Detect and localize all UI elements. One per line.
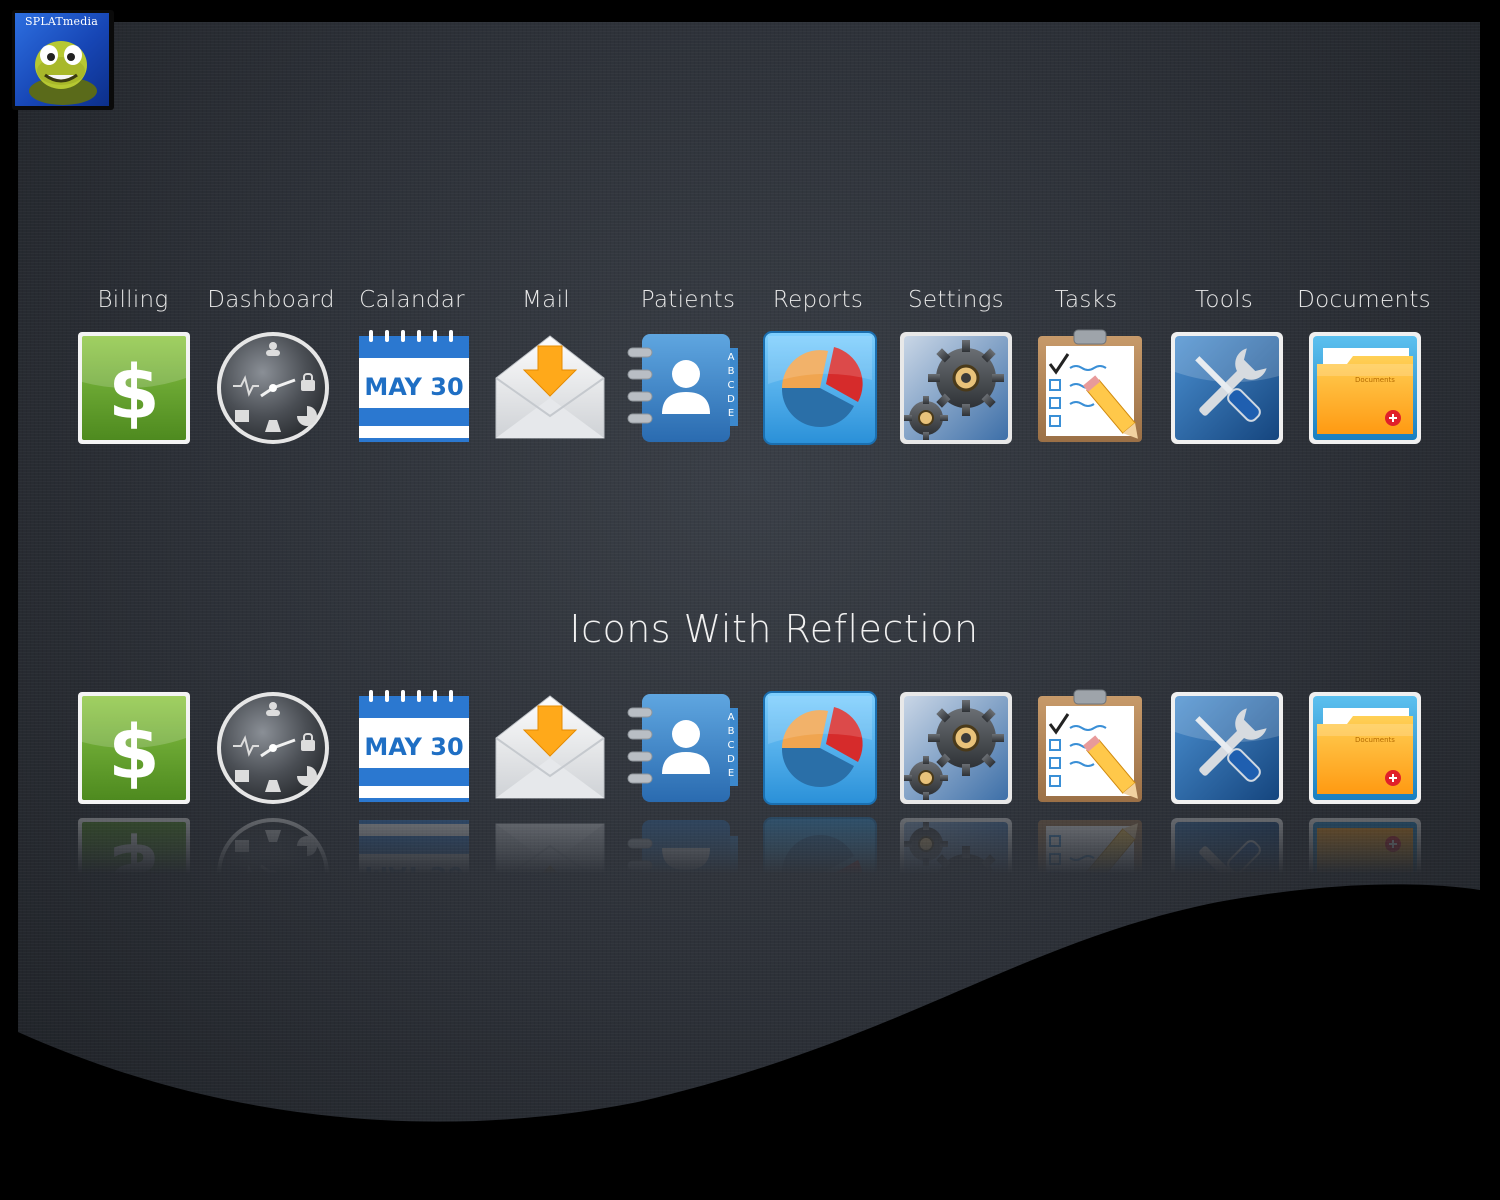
gears-icon-reflection xyxy=(894,812,1018,936)
pie-chart-icon[interactable] xyxy=(758,686,882,810)
tab-b: B xyxy=(728,726,735,737)
calendar-icon[interactable]: MAY 30 xyxy=(351,686,475,810)
calendar-date: MAY 30 xyxy=(364,733,463,761)
address-book-icon[interactable]: A B C D E xyxy=(624,326,748,450)
tab-c: C xyxy=(728,380,735,391)
section-title: Icons With Reflection xyxy=(569,607,979,651)
address-book-icon[interactable]: A B C D E xyxy=(624,686,748,810)
clock-dashboard-icon-reflection xyxy=(211,812,335,936)
label-patients: Patients xyxy=(640,287,736,313)
tab-a: A xyxy=(728,352,735,363)
folder-icon-reflection xyxy=(1303,812,1427,936)
wave-decoration xyxy=(18,884,1480,1172)
turtle-mascot-icon xyxy=(29,41,97,105)
tools-icon-reflection xyxy=(1165,812,1289,936)
label-dashboard: Dashboard xyxy=(207,287,335,313)
label-billing: Billing xyxy=(97,287,169,313)
folder-label: Documents xyxy=(1355,376,1395,384)
tab-d: D xyxy=(727,754,735,765)
calendar-icon-reflection: MAY 30 xyxy=(351,812,475,936)
label-calendar: Calandar xyxy=(359,287,465,313)
logo[interactable]: SPLATmedia xyxy=(12,10,114,110)
tab-b: B xyxy=(728,366,735,377)
tools-icon[interactable] xyxy=(1165,326,1289,450)
tab-d: D xyxy=(727,394,735,405)
background-canvas: Icons With Reflection Billing Dashboard … xyxy=(18,22,1480,1172)
tab-e: E xyxy=(728,768,734,779)
logo-badge: SPLATmedia xyxy=(15,13,109,106)
folder-icon[interactable]: Documents xyxy=(1303,326,1427,450)
label-reports: Reports xyxy=(772,287,864,313)
clock-dashboard-icon[interactable] xyxy=(211,326,335,450)
calendar-date: MAY 30 xyxy=(364,373,463,401)
dollar-icon-reflection xyxy=(72,812,196,936)
gears-icon[interactable] xyxy=(894,326,1018,450)
folder-icon[interactable]: Documents xyxy=(1303,686,1427,810)
tools-icon[interactable] xyxy=(1165,686,1289,810)
label-documents: Documents xyxy=(1297,287,1431,313)
gears-icon[interactable] xyxy=(894,686,1018,810)
pie-chart-icon[interactable] xyxy=(758,326,882,450)
tab-c: C xyxy=(728,740,735,751)
label-tasks: Tasks xyxy=(1054,287,1118,313)
address-book-icon-reflection xyxy=(624,812,748,936)
tab-a: A xyxy=(728,712,735,723)
clipboard-icon[interactable] xyxy=(1030,326,1154,450)
label-tools: Tools xyxy=(1194,287,1254,313)
dollar-icon[interactable] xyxy=(72,326,196,450)
mail-icon-reflection xyxy=(488,812,612,936)
dollar-icon[interactable] xyxy=(72,686,196,810)
tab-e: E xyxy=(728,408,734,419)
clipboard-icon-reflection xyxy=(1030,812,1154,936)
calendar-icon[interactable]: MAY 30 xyxy=(351,326,475,450)
clock-dashboard-icon[interactable] xyxy=(211,686,335,810)
mail-icon[interactable] xyxy=(488,686,612,810)
label-settings: Settings xyxy=(908,287,1004,313)
clipboard-icon[interactable] xyxy=(1030,686,1154,810)
calendar-date-reflection: MAY 30 xyxy=(364,861,463,889)
label-mail: Mail xyxy=(522,287,570,313)
pie-chart-icon-reflection xyxy=(758,812,882,936)
mail-icon[interactable] xyxy=(488,326,612,450)
folder-label: Documents xyxy=(1355,736,1395,744)
